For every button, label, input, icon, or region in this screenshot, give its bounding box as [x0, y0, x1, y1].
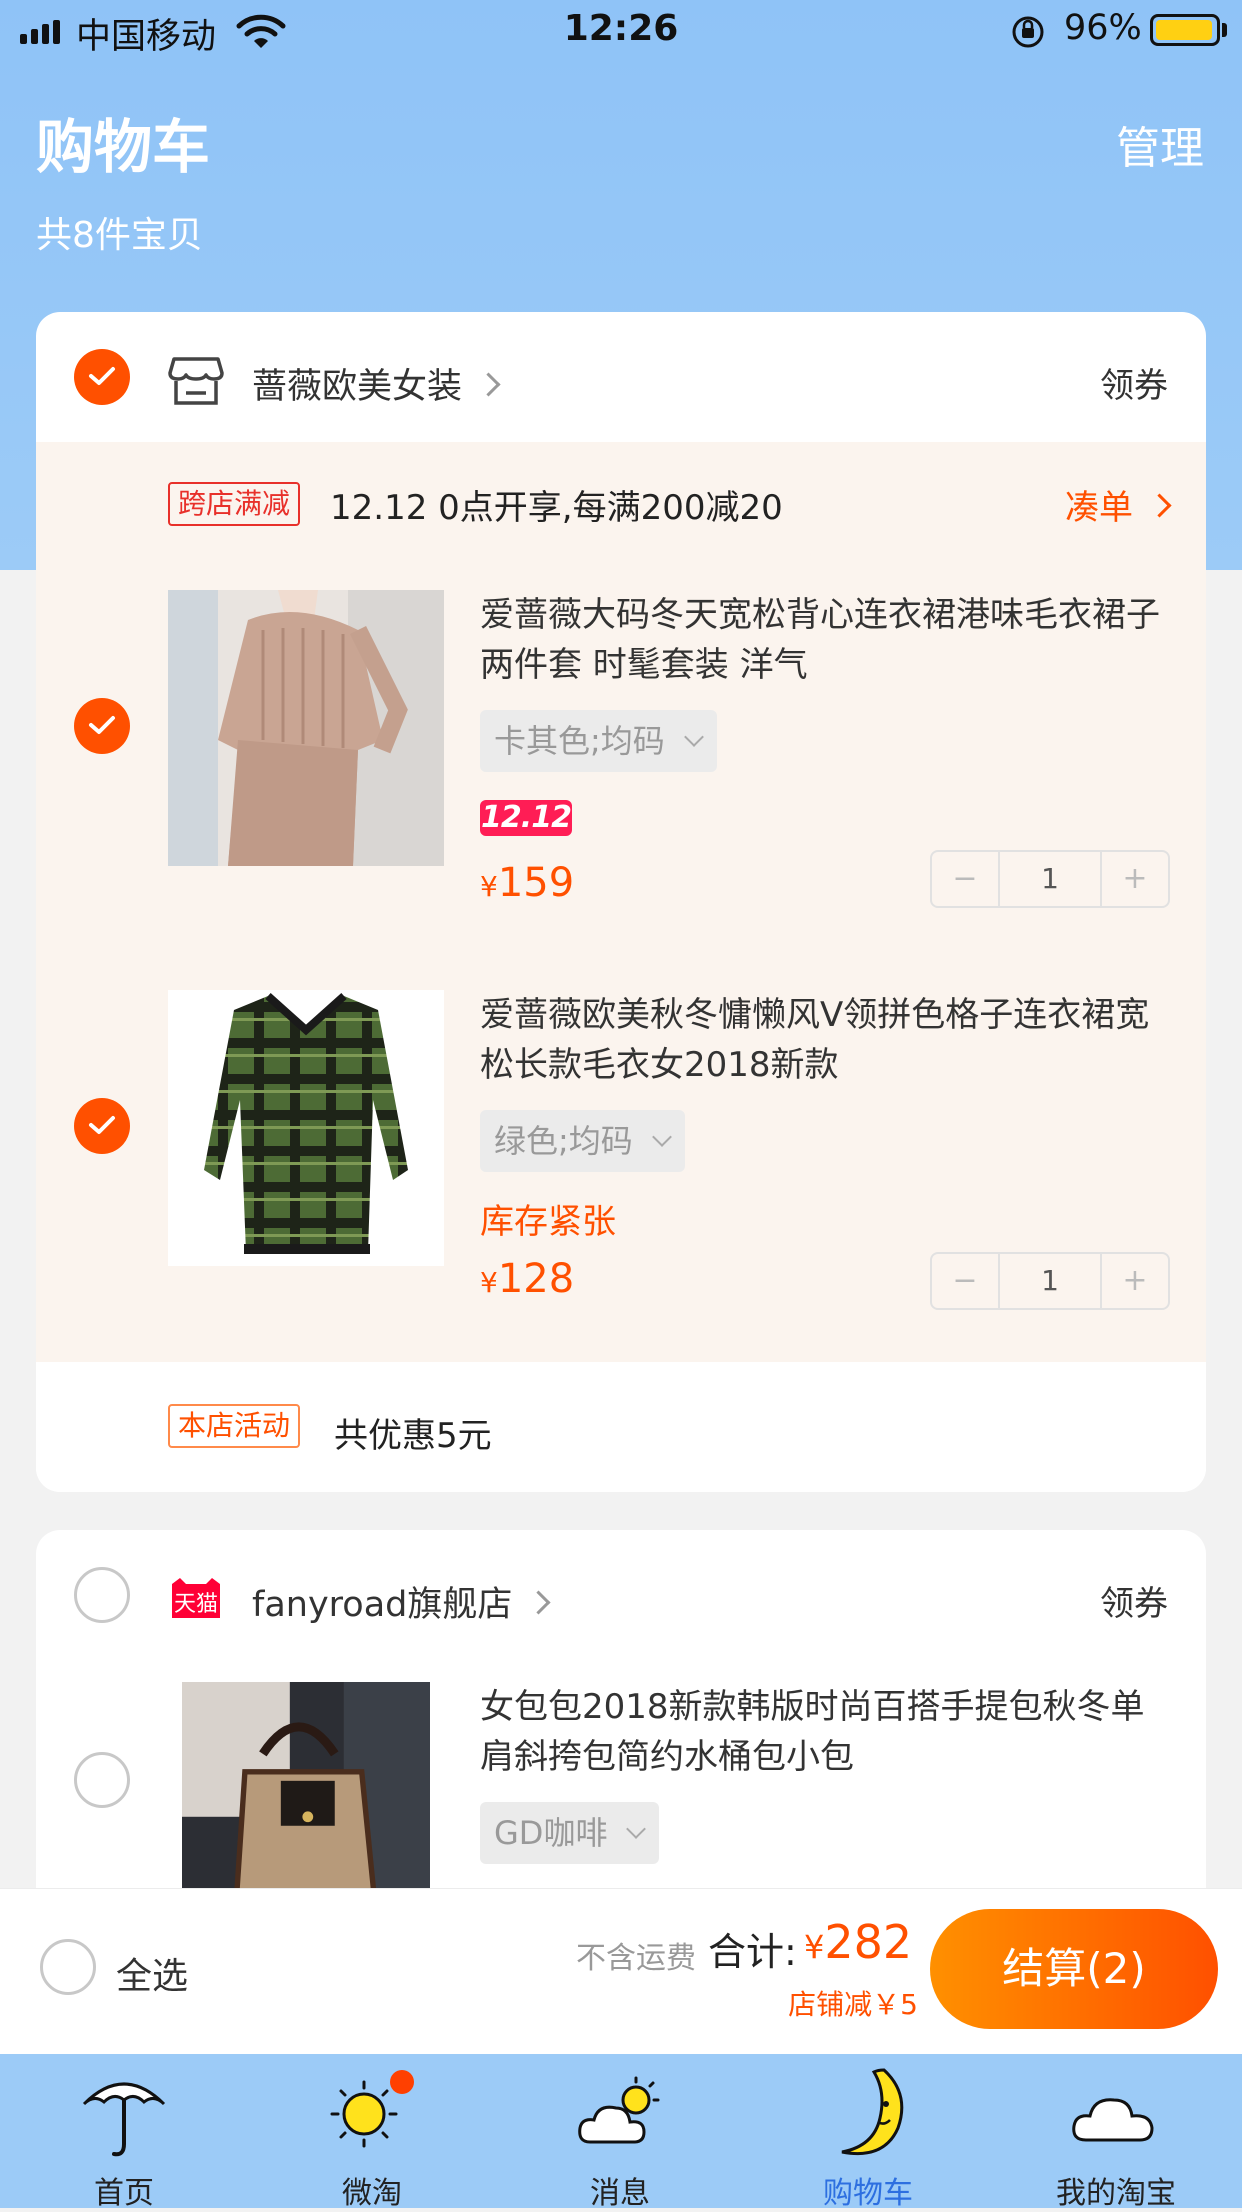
quantity-stepper: − 1 + — [930, 850, 1170, 908]
cloud-icon — [1072, 2098, 1154, 2142]
cart-item: 爱蔷薇大码冬天宽松背心连衣裙港味毛衣裙子两件套 时髦套装 洋气 卡其色;均码 1… — [36, 570, 1206, 970]
shipping-note: 不含运费 — [576, 1941, 696, 1976]
tab-label: 消息 — [590, 2176, 650, 2211]
tab-label: 购物车 — [823, 2176, 913, 2211]
increase-button[interactable]: + — [1100, 852, 1168, 906]
battery-percent: 96% — [1064, 8, 1142, 48]
tab-bar: 首页 微淘 消息 购物车 我的淘宝 — [0, 2054, 1242, 2211]
chevron-down-icon — [683, 727, 704, 747]
tab-label: 微淘 — [342, 2176, 402, 2211]
chevron-right-icon — [1147, 493, 1172, 518]
item-checkbox[interactable] — [74, 1752, 130, 1808]
sku-selector[interactable]: GD咖啡 — [480, 1802, 660, 1864]
promo-text: 12.12 0点开享,每满200减20 — [330, 488, 783, 528]
shop-checkbox[interactable] — [74, 349, 130, 405]
shop-activity: 本店活动 共优惠5元 — [36, 1362, 1206, 1492]
coupon-button[interactable]: 领券 — [1100, 358, 1168, 407]
checkmark-icon — [89, 367, 115, 385]
shop-activity-tag: 本店活动 — [168, 1404, 301, 1448]
svg-text:天猫: 天猫 — [174, 1592, 218, 1617]
total-label: 合计: — [708, 1930, 797, 1974]
moon-icon — [841, 2068, 904, 2156]
shop-header: 天猫 fanyroad旗舰店 领券 — [36, 1530, 1206, 1660]
umbrella-icon — [82, 2082, 166, 2157]
select-all-label[interactable]: 全选 — [116, 1947, 188, 1999]
shop-card: 蔷薇欧美女装 领券 跨店满减 12.12 0点开享,每满200减20 凑单 爱蔷… — [36, 312, 1206, 1492]
battery-fill — [1156, 20, 1212, 40]
battery-cap — [1222, 23, 1227, 37]
battery-icon — [1150, 14, 1220, 46]
total-amount: ¥282 — [804, 1915, 913, 1969]
shop-name[interactable]: fanyroad旗舰店 — [252, 1576, 551, 1627]
chevron-right-icon — [526, 1589, 551, 1615]
cross-store-promo: 跨店满减 12.12 0点开享,每满200减20 凑单 — [36, 442, 1206, 570]
checkmark-icon — [89, 1116, 115, 1134]
promo-1212-badge: 12.12 — [480, 800, 572, 836]
addon-link[interactable]: 凑单 — [1065, 480, 1172, 529]
clock: 12:26 — [563, 8, 679, 49]
decrease-button[interactable]: − — [932, 852, 1000, 906]
stock-warning: 库存紧张 — [480, 1202, 616, 1242]
orientation-lock-icon — [1012, 16, 1044, 48]
quantity-value[interactable]: 1 — [998, 1254, 1102, 1308]
tab-label: 我的淘宝 — [1056, 2176, 1176, 2211]
item-title[interactable]: 爱蔷薇欧美秋冬慵懒风V领拼色格子连衣裙宽松长款毛衣女2018新款 — [480, 990, 1170, 1090]
tab-messages[interactable]: 消息 — [496, 2054, 744, 2211]
cloud-sun-icon — [578, 2076, 660, 2144]
shop-checkbox[interactable] — [74, 1567, 130, 1623]
increase-button[interactable]: + — [1100, 1254, 1168, 1308]
checkout-button[interactable]: 结算(2) — [930, 1909, 1218, 2029]
sku-selector[interactable]: 绿色;均码 — [480, 1110, 685, 1172]
tmall-logo-icon: 天猫 — [172, 1578, 220, 1618]
decrease-button[interactable]: − — [932, 1254, 1000, 1308]
item-price: ¥128 — [480, 1256, 575, 1302]
item-checkbox[interactable] — [74, 698, 130, 754]
promo-tag: 跨店满减 — [168, 482, 301, 526]
manage-button[interactable]: 管理 — [1116, 112, 1204, 176]
tab-label: 首页 — [94, 2176, 154, 2211]
select-all-checkbox[interactable] — [40, 1939, 96, 1995]
status-bar: 中国移动 12:26 96% — [0, 0, 1242, 62]
coupon-button[interactable]: 领券 — [1100, 1576, 1168, 1625]
tab-home[interactable]: 首页 — [0, 2054, 248, 2211]
shop-card: 天猫 fanyroad旗舰店 领券 女包包2018新款韩版时尚百搭手提包秋冬单肩… — [36, 1530, 1206, 1930]
product-image-knit-dress[interactable] — [168, 590, 444, 866]
shop-activity-text: 共优惠5元 — [334, 1416, 492, 1456]
tab-my-taobao[interactable]: 我的淘宝 — [992, 2054, 1240, 2211]
sun-icon — [330, 2070, 414, 2148]
tab-weitao[interactable]: 微淘 — [248, 2054, 496, 2211]
shop-header: 蔷薇欧美女装 领券 — [36, 312, 1206, 442]
quantity-stepper: − 1 + — [930, 1252, 1170, 1310]
checkmark-icon — [89, 716, 115, 734]
product-image-plaid-dress[interactable] — [168, 990, 444, 1266]
item-price: ¥159 — [480, 860, 575, 906]
item-title[interactable]: 爱蔷薇大码冬天宽松背心连衣裙港味毛衣裙子两件套 时髦套装 洋气 — [480, 590, 1170, 690]
store-icon — [168, 357, 224, 405]
chevron-down-icon — [626, 1819, 647, 1839]
chevron-down-icon — [651, 1127, 672, 1147]
item-title[interactable]: 女包包2018新款韩版时尚百搭手提包秋冬单肩斜挎包简约水桶包小包 — [480, 1682, 1170, 1782]
chevron-right-icon — [476, 371, 501, 397]
shop-name[interactable]: 蔷薇欧美女装 — [252, 358, 501, 409]
quantity-value[interactable]: 1 — [998, 852, 1102, 906]
cart-item: 爱蔷薇欧美秋冬慵懒风V领拼色格子连衣裙宽松长款毛衣女2018新款 绿色;均码 库… — [36, 970, 1206, 1370]
page-title: 购物车 — [36, 113, 211, 181]
tab-cart[interactable]: 购物车 — [744, 2054, 992, 2211]
shop-discount: 店铺减￥5 — [788, 1988, 918, 2021]
sku-selector[interactable]: 卡其色;均码 — [480, 710, 717, 772]
item-checkbox[interactable] — [74, 1098, 130, 1154]
checkout-bar: 全选 不含运费 合计: ¥282 店铺减￥5 结算(2) — [0, 1888, 1242, 2055]
item-count: 共8件宝贝 — [36, 215, 203, 256]
